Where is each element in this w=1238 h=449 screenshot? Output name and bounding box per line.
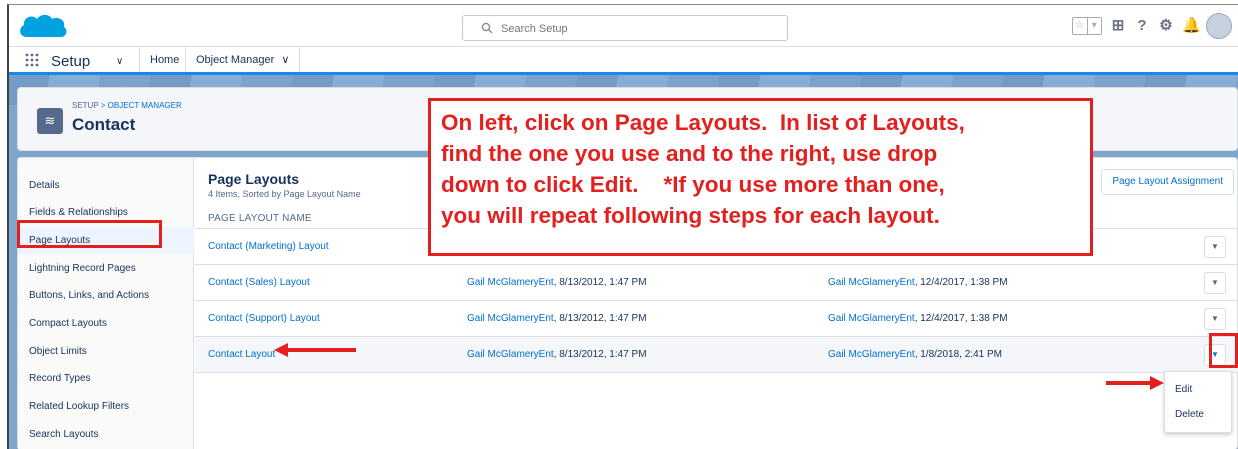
layout-name-link[interactable]: Contact (Support) Layout: [208, 313, 320, 324]
favorites-button[interactable]: ☆ ▾: [1072, 17, 1102, 35]
breadcrumb-separator: >: [98, 101, 108, 110]
list-subtitle: 4 Items, Sorted by Page Layout Name: [208, 189, 361, 199]
breadcrumb-object-manager[interactable]: OBJECT MANAGER: [108, 101, 182, 110]
created-by-cell: Gail McGlameryEnt, 8/13/2012, 1:47 PM: [467, 313, 647, 324]
instruction-line-2: find the one you use and to the right, u…: [441, 141, 938, 166]
sidebar-item-object-limits[interactable]: Object Limits: [18, 338, 194, 365]
modified-date: , 12/4/2017, 1:38 PM: [914, 277, 1008, 288]
instruction-line-1: On left, click on Page Layouts. In list …: [441, 110, 965, 135]
app-launcher-icon[interactable]: [25, 53, 39, 67]
list-title: Page Layouts: [208, 171, 300, 187]
salesforce-cloud-logo[interactable]: [17, 11, 69, 41]
breadcrumb-setup[interactable]: SETUP: [72, 101, 99, 110]
breadcrumb: SETUP > OBJECT MANAGER: [72, 101, 182, 110]
sidebar-item-search-layouts[interactable]: Search Layouts: [18, 421, 194, 448]
instruction-line-4: you will repeat following steps for each…: [441, 203, 940, 228]
layout-name-link[interactable]: Contact (Sales) Layout: [208, 277, 310, 288]
help-icon[interactable]: ?: [1134, 18, 1150, 34]
setup-gear-icon[interactable]: ⚙: [1158, 18, 1174, 34]
modified-by-cell: Gail McGlameryEnt, 12/4/2017, 1:38 PM: [828, 313, 1008, 324]
page-layout-assignment-button[interactable]: Page Layout Assignment: [1101, 169, 1234, 195]
tab-object-manager[interactable]: Object Manager ∨: [185, 47, 301, 72]
row-actions-dropdown-icon[interactable]: ▼: [1204, 308, 1226, 330]
modified-by-link[interactable]: Gail McGlameryEnt: [828, 349, 915, 360]
sidebar-item-buttons-links-actions[interactable]: Buttons, Links, and Actions: [18, 282, 194, 309]
created-date: , 8/13/2012, 1:47 PM: [553, 277, 647, 288]
modified-by-link[interactable]: Gail McGlameryEnt: [828, 277, 915, 288]
layout-name-link[interactable]: Contact Layout: [208, 349, 275, 360]
row-actions-dropdown-icon[interactable]: ▼: [1204, 236, 1226, 258]
table-row: Contact (Support) Layout Gail McGlameryE…: [195, 301, 1238, 337]
sidebar-item-compact-layouts[interactable]: Compact Layouts: [18, 310, 194, 337]
arrow-to-edit-icon: [1106, 376, 1164, 390]
search-setup-box[interactable]: [462, 15, 788, 41]
app-menu-chevron-icon[interactable]: ∨: [116, 56, 123, 67]
arrow-to-contact-layout-icon: [274, 343, 356, 357]
star-icon[interactable]: ☆: [1073, 18, 1088, 34]
highlight-page-layouts: [17, 220, 162, 248]
sidebar-item-details[interactable]: Details: [18, 172, 194, 199]
created-date: , 8/13/2012, 1:47 PM: [553, 349, 647, 360]
global-header: ☆ ▾ ⊞ ? ⚙ 🔔: [9, 5, 1238, 47]
created-by-cell: Gail McGlameryEnt, 8/13/2012, 1:47 PM: [467, 277, 647, 288]
tab-home[interactable]: Home: [139, 47, 189, 72]
instruction-callout: On left, click on Page Layouts. In list …: [428, 98, 1093, 256]
highlight-row-dropdown: [1209, 333, 1238, 368]
created-date: , 8/13/2012, 1:47 PM: [553, 313, 647, 324]
modified-date: , 12/4/2017, 1:38 PM: [914, 313, 1008, 324]
global-actions: ☆ ▾ ⊞ ? ⚙ 🔔: [1072, 13, 1232, 39]
search-input[interactable]: [501, 20, 781, 37]
menu-item-edit[interactable]: Edit: [1175, 384, 1192, 395]
sidebar-item-lightning-record-pages[interactable]: Lightning Record Pages: [18, 255, 194, 282]
created-by-link[interactable]: Gail McGlameryEnt: [467, 349, 554, 360]
global-add-icon[interactable]: ⊞: [1110, 18, 1126, 34]
menu-item-delete[interactable]: Delete: [1175, 409, 1204, 420]
created-by-cell: Gail McGlameryEnt, 8/13/2012, 1:47 PM: [467, 349, 647, 360]
sidebar-item-record-types[interactable]: Record Types: [18, 365, 194, 392]
table-row: Contact (Sales) Layout Gail McGlameryEnt…: [195, 265, 1238, 301]
modified-by-link[interactable]: Gail McGlameryEnt: [828, 313, 915, 324]
row-actions-dropdown-icon[interactable]: ▼: [1204, 272, 1226, 294]
sidebar-item-related-lookup-filters[interactable]: Related Lookup Filters: [18, 393, 194, 420]
user-avatar[interactable]: [1206, 13, 1232, 39]
row-actions-menu: Edit Delete: [1164, 371, 1232, 433]
layout-name-link[interactable]: Contact (Marketing) Layout: [208, 241, 329, 252]
app-name: Setup: [51, 53, 91, 70]
modified-by-cell: Gail McGlameryEnt, 1/8/2018, 2:41 PM: [828, 349, 1002, 360]
modified-date: , 1/8/2018, 2:41 PM: [914, 349, 1002, 360]
layers-icon: ≋: [37, 108, 63, 134]
object-sidebar: Details Fields & Relationships Page Layo…: [18, 158, 194, 449]
object-title: Contact: [72, 115, 136, 134]
chevron-down-icon[interactable]: ∨: [281, 54, 289, 66]
search-icon: [481, 22, 493, 34]
instruction-line-3: down to click Edit. *If you use more tha…: [441, 172, 945, 197]
modified-by-cell: Gail McGlameryEnt, 12/4/2017, 1:38 PM: [828, 277, 1008, 288]
notifications-bell-icon[interactable]: 🔔: [1182, 18, 1201, 34]
created-by-link[interactable]: Gail McGlameryEnt: [467, 277, 554, 288]
tab-object-manager-label: Object Manager: [196, 54, 275, 66]
created-by-link[interactable]: Gail McGlameryEnt: [467, 313, 554, 324]
favorites-dropdown-icon[interactable]: ▾: [1088, 18, 1102, 34]
app-nav-bar: Setup ∨ Home Object Manager ∨: [9, 47, 1238, 75]
